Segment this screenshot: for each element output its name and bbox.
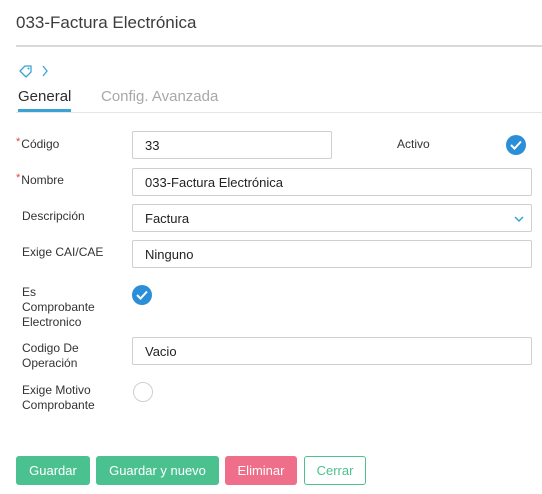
exige-motivo-checkbox[interactable] xyxy=(133,382,153,402)
es-comprobante-checkbox[interactable] xyxy=(132,285,152,305)
codigo-input[interactable]: 33 xyxy=(132,131,332,159)
activo-label: Activo xyxy=(397,137,430,151)
tab-config-avanzada[interactable]: Config. Avanzada xyxy=(101,88,218,109)
exige-motivo-label-line: Exige Motivo xyxy=(22,383,91,397)
es-comprobante-label-line: Es xyxy=(22,285,37,299)
codigo-operacion-label-line: Codigo De xyxy=(22,341,79,355)
title-divider xyxy=(16,45,542,47)
tab-bar: General Config. Avanzada xyxy=(16,88,542,113)
codigo-label-text: Código xyxy=(21,137,60,151)
descripcion-select[interactable]: Factura xyxy=(132,204,532,232)
es-comprobante-label-line: Comprobante xyxy=(22,300,95,314)
guardar-y-nuevo-button[interactable]: Guardar y nuevo xyxy=(96,456,219,485)
codigo-operacion-input[interactable]: Vacio xyxy=(132,337,532,365)
activo-checkbox[interactable] xyxy=(506,135,526,155)
guardar-button[interactable]: Guardar xyxy=(16,456,90,485)
nombre-label-text: Nombre xyxy=(21,173,64,187)
descripcion-label: Descripción xyxy=(22,209,85,223)
codigo-operacion-value: Vacio xyxy=(145,343,177,359)
exige-cai-input[interactable]: Ninguno xyxy=(132,240,532,268)
nombre-label: *Nombre xyxy=(16,172,64,189)
codigo-operacion-label: Codigo De Operación xyxy=(22,341,79,371)
es-comprobante-label: Es Comprobante Electronico xyxy=(22,285,95,330)
checkmark-icon xyxy=(510,140,522,150)
required-marker: * xyxy=(16,136,21,148)
exige-cai-value: Ninguno xyxy=(145,246,194,262)
codigo-label: *Código xyxy=(16,136,60,153)
chevron-down-icon[interactable] xyxy=(513,214,525,224)
cerrar-button[interactable]: Cerrar xyxy=(304,456,366,485)
nombre-value: 033-Factura Electrónica xyxy=(145,174,284,190)
breadcrumb xyxy=(18,62,56,80)
tab-general[interactable]: General xyxy=(18,88,72,112)
codigo-value: 33 xyxy=(145,137,160,153)
required-marker: * xyxy=(16,172,21,184)
tag-icon[interactable] xyxy=(18,63,34,79)
checkmark-icon xyxy=(136,290,148,300)
page-title: 033-Factura Electrónica xyxy=(16,13,197,32)
exige-cai-label: Exige CAI/CAE xyxy=(22,245,104,259)
eliminar-button[interactable]: Eliminar xyxy=(225,456,297,485)
exige-motivo-label-line: Comprobante xyxy=(22,398,95,412)
chevron-right-icon[interactable] xyxy=(40,63,56,79)
exige-motivo-label: Exige Motivo Comprobante xyxy=(22,383,95,413)
descripcion-value: Factura xyxy=(145,210,190,226)
codigo-operacion-label-line: Operación xyxy=(22,356,78,370)
nombre-input[interactable]: 033-Factura Electrónica xyxy=(132,168,532,196)
es-comprobante-label-line: Electronico xyxy=(22,315,82,329)
